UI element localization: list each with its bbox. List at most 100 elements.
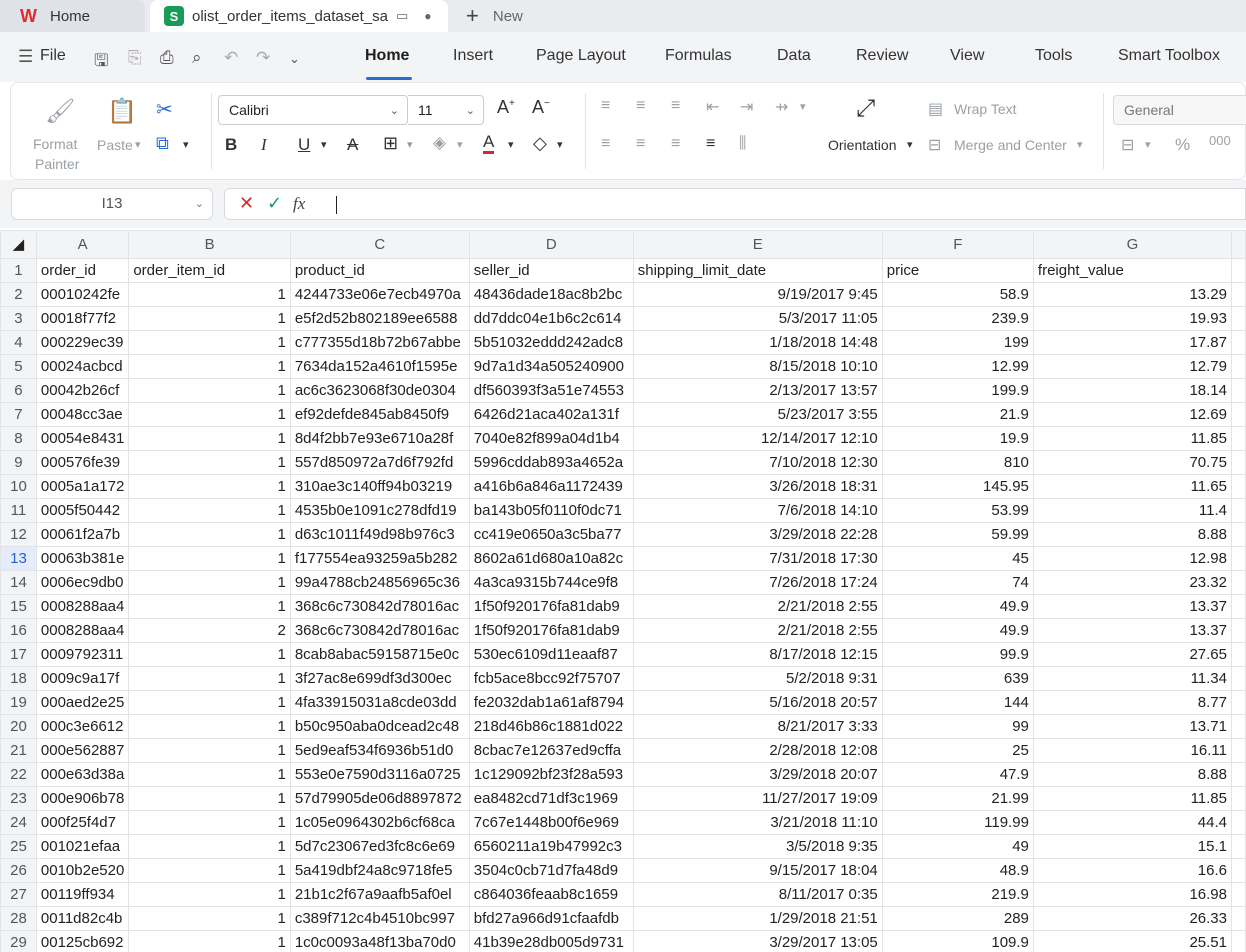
cell[interactable] [1231, 282, 1246, 307]
cell[interactable] [1231, 786, 1246, 811]
cell[interactable]: 000e562887 [35, 738, 130, 763]
thousands-separator-icon[interactable]: 000 [1209, 133, 1231, 148]
cell[interactable]: 1 [128, 882, 291, 907]
cell[interactable]: 4244733e06e7ecb4970a [289, 282, 470, 307]
cell[interactable]: 99 [881, 714, 1034, 739]
row-header[interactable]: 18 [0, 666, 37, 691]
cell[interactable]: 21b1c2f67a9aafb5af0el [289, 882, 470, 907]
row-header[interactable]: 11 [0, 498, 37, 523]
cell[interactable]: dd7ddc04e1b6c2c614 [468, 306, 634, 331]
cell[interactable]: 00048cc3ae [35, 402, 130, 427]
cell[interactable]: 1 [128, 546, 291, 571]
cell[interactable]: 0008288aa4 [35, 618, 130, 643]
align-right-icon[interactable]: ≡ [671, 135, 680, 153]
cell[interactable] [1231, 714, 1246, 739]
cell[interactable] [1231, 618, 1246, 643]
cell[interactable]: 4fa33915031a8cde03dd [289, 690, 470, 715]
row-header[interactable]: 13 [0, 546, 37, 571]
cell[interactable]: 3/29/2017 13:05 [632, 930, 883, 952]
align-center-icon[interactable]: ≡ [636, 135, 645, 153]
row-header[interactable]: 21 [0, 738, 37, 763]
increase-font-size-icon[interactable]: A+ [497, 97, 515, 118]
cell[interactable]: 47.9 [881, 762, 1034, 787]
merge-dropdown-icon[interactable]: ▾ [1077, 138, 1083, 151]
cell[interactable]: 1 [128, 450, 291, 475]
cell[interactable]: f177554ea93259a5b282 [289, 546, 470, 571]
cell[interactable] [1231, 858, 1246, 883]
cell[interactable]: 99.9 [881, 642, 1034, 667]
cell[interactable]: 11/27/2017 19:09 [632, 786, 883, 811]
cell[interactable]: 25.51 [1032, 930, 1233, 952]
cell[interactable]: 119.99 [881, 810, 1034, 835]
format-painter-label-1[interactable]: Format [33, 136, 77, 152]
cell[interactable]: 1 [128, 354, 291, 379]
cell[interactable]: 6426d21aca402a131f [468, 402, 634, 427]
cell[interactable]: 219.9 [881, 882, 1034, 907]
cell[interactable]: 3/5/2018 9:35 [632, 834, 883, 859]
cell[interactable]: 5/2/2018 9:31 [632, 666, 883, 691]
cell[interactable]: shipping_limit_date [632, 258, 883, 283]
cell[interactable]: 0011d82c4b [35, 906, 130, 931]
cell[interactable]: ef92defde845ab8450f9 [289, 402, 470, 427]
font-name-select[interactable]: Calibri ⌄ [218, 95, 408, 125]
cell[interactable]: 0010b2e520 [35, 858, 130, 883]
cell[interactable]: 000c3e6612 [35, 714, 130, 739]
underline-dropdown-icon[interactable]: ▾ [321, 138, 327, 151]
row-header[interactable]: 7 [0, 402, 37, 427]
justify-icon[interactable]: ≡ [706, 135, 715, 153]
cell[interactable]: 13.71 [1032, 714, 1233, 739]
column-header-h[interactable] [1231, 230, 1246, 259]
cell[interactable]: 26.33 [1032, 906, 1233, 931]
undo-icon[interactable]: ↶ [224, 48, 238, 68]
row-header[interactable]: 23 [0, 786, 37, 811]
cell[interactable]: 0009792311 [35, 642, 130, 667]
menu-tab-page-layout[interactable]: Page Layout [536, 47, 626, 65]
unsaved-dot-icon[interactable]: ● [424, 9, 431, 23]
cell[interactable]: 000e63d38a [35, 762, 130, 787]
cell[interactable] [1231, 402, 1246, 427]
row-header[interactable]: 8 [0, 426, 37, 451]
cell[interactable]: 1 [128, 834, 291, 859]
cell[interactable]: 00042b26cf [35, 378, 130, 403]
cell[interactable]: c777355d18b72b67abbe [289, 330, 470, 355]
cell[interactable]: 8/11/2017 0:35 [632, 882, 883, 907]
cell[interactable]: 368c6c730842d78016ac [289, 594, 470, 619]
clear-formatting-icon[interactable]: ◇ [533, 133, 547, 154]
cell[interactable] [1231, 546, 1246, 571]
cell[interactable]: 1 [128, 738, 291, 763]
cell[interactable]: 7/10/2018 12:30 [632, 450, 883, 475]
cell[interactable]: 19.9 [881, 426, 1034, 451]
cell[interactable]: 109.9 [881, 930, 1034, 952]
cell[interactable]: bfd27a966d91cfaafdb [468, 906, 634, 931]
cell[interactable]: 000e906b78 [35, 786, 130, 811]
redo-icon[interactable]: ↷ [256, 48, 270, 68]
menu-tab-smart-toolbox[interactable]: Smart Toolbox [1118, 47, 1220, 65]
cell[interactable]: 00061f2a7b [35, 522, 130, 547]
cell[interactable]: cc419e0650a3c5ba77 [468, 522, 634, 547]
cell[interactable]: 289 [881, 906, 1034, 931]
cell[interactable]: 3/29/2018 22:28 [632, 522, 883, 547]
cell[interactable]: 00024acbcd [35, 354, 130, 379]
cell[interactable]: 00063b381e [35, 546, 130, 571]
cell[interactable]: 41b39e28db005d9731 [468, 930, 634, 952]
cell[interactable]: 8cab8abac59158715e0c [289, 642, 470, 667]
tab-home[interactable]: W Home [0, 0, 145, 32]
cell[interactable]: 000229ec39 [35, 330, 130, 355]
cell[interactable]: 000f25f4d7 [35, 810, 130, 835]
menu-tab-review[interactable]: Review [856, 47, 908, 65]
cell[interactable]: 11.34 [1032, 666, 1233, 691]
cell[interactable]: 199 [881, 330, 1034, 355]
italic-icon[interactable]: I [261, 135, 267, 155]
percent-icon[interactable]: % [1175, 135, 1190, 155]
cell[interactable]: 7c67e1448b00f6e969 [468, 810, 634, 835]
cell[interactable]: d63c1011f49d98b976c3 [289, 522, 470, 547]
cell[interactable]: 1 [128, 810, 291, 835]
cell[interactable]: ba143b05f0110f0dc71 [468, 498, 634, 523]
cell[interactable]: 1c129092bf23f28a593 [468, 762, 634, 787]
cell[interactable]: 000576fe39 [35, 450, 130, 475]
cell[interactable]: order_item_id [128, 258, 291, 283]
cell[interactable]: 53.99 [881, 498, 1034, 523]
column-header-a[interactable]: A [35, 230, 130, 259]
cell[interactable]: 1 [128, 690, 291, 715]
paste-icon[interactable]: 📋 [107, 97, 137, 126]
